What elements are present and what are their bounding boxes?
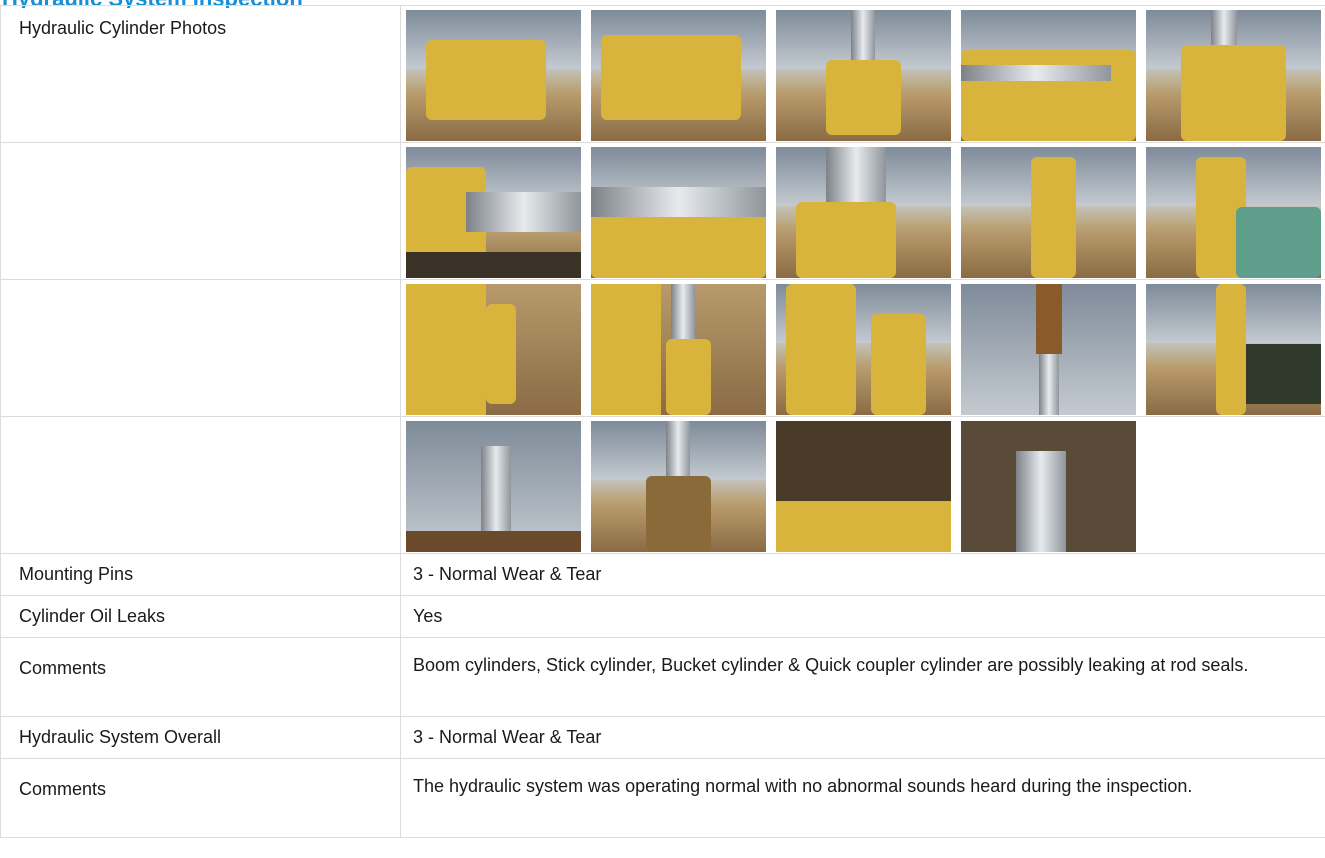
photos-label: Hydraulic Cylinder Photos xyxy=(0,5,401,143)
photo-cell xyxy=(400,279,1325,417)
photo-cell xyxy=(400,142,1325,280)
photo-boom-cylinder-rod[interactable] xyxy=(776,10,951,141)
photo-cylinder-rod-sky[interactable] xyxy=(961,284,1136,415)
photo-cell xyxy=(400,416,1325,554)
photo-stick-cylinder-angle[interactable] xyxy=(776,284,951,415)
photo-bucket-linkage-rear[interactable] xyxy=(591,421,766,552)
photo-cylinder-rod-lower[interactable] xyxy=(591,284,766,415)
field-value: Boom cylinders, Stick cylinder, Bucket c… xyxy=(400,637,1325,717)
field-label: Comments xyxy=(0,637,401,717)
field-row: Mounting Pins 3 - Normal Wear & Tear xyxy=(0,553,1325,596)
field-label: Comments xyxy=(0,758,401,838)
field-value: The hydraulic system was operating norma… xyxy=(400,758,1325,838)
photo-rod-seal-closeup[interactable] xyxy=(406,147,581,278)
photo-oily-mount-closeup[interactable] xyxy=(776,421,951,552)
inspection-table: Hydraulic Cylinder Photos Mounting Pins … xyxy=(0,5,1325,838)
photo-cab-and-boom[interactable] xyxy=(1146,284,1321,415)
field-row: Comments The hydraulic system was operat… xyxy=(0,758,1325,838)
photo-row-4 xyxy=(0,416,1325,554)
photo-row-2 xyxy=(0,142,1325,280)
photo-cylinder-gland-closeup[interactable] xyxy=(776,147,951,278)
field-label: Cylinder Oil Leaks xyxy=(0,595,401,638)
field-label: Hydraulic System Overall xyxy=(0,716,401,759)
field-row: Cylinder Oil Leaks Yes xyxy=(0,595,1325,638)
photos-label-empty xyxy=(0,279,401,417)
photo-cell xyxy=(400,5,1325,143)
photo-rod-end-closeup[interactable] xyxy=(961,421,1136,552)
photo-cylinder-rod-upward[interactable] xyxy=(406,421,581,552)
photo-cylinder-side-view[interactable] xyxy=(961,10,1136,141)
field-row: Hydraulic System Overall 3 - Normal Wear… xyxy=(0,716,1325,759)
photo-cylinder-underside[interactable] xyxy=(591,147,766,278)
photos-label-empty xyxy=(0,142,401,280)
photo-boom-yellow-panel[interactable] xyxy=(406,284,581,415)
photo-row-3 xyxy=(0,279,1325,417)
field-value: Yes xyxy=(400,595,1325,638)
field-label: Mounting Pins xyxy=(0,553,401,596)
photo-row-1: Hydraulic Cylinder Photos xyxy=(0,5,1325,143)
photos-label-empty xyxy=(0,416,401,554)
photo-excavator-bucket-front[interactable] xyxy=(406,10,581,141)
photo-stick-side-view[interactable] xyxy=(1146,147,1321,278)
photo-stick-cylinders-upright[interactable] xyxy=(961,147,1136,278)
field-value: 3 - Normal Wear & Tear xyxy=(400,553,1325,596)
field-value: 3 - Normal Wear & Tear xyxy=(400,716,1325,759)
field-row: Comments Boom cylinders, Stick cylinder,… xyxy=(0,637,1325,717)
photo-cylinder-mount-closeup[interactable] xyxy=(1146,10,1321,141)
photo-excavator-bucket-side[interactable] xyxy=(591,10,766,141)
